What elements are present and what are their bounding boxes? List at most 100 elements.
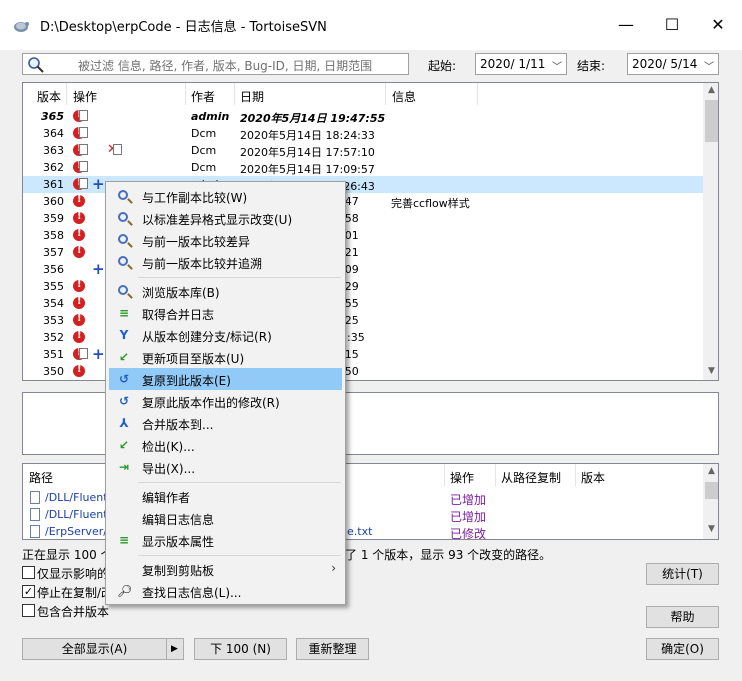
ok-button[interactable]: 确定(O) (646, 638, 719, 660)
date: 2020年5月14日 19:47:55 (240, 112, 386, 125)
column-header-action[interactable]: 操作 (450, 469, 474, 486)
column-header-version[interactable]: 版本 (581, 469, 605, 486)
checkbox-checked[interactable]: ✓ (22, 585, 35, 598)
author: Dcm (191, 144, 217, 157)
column-header-actions[interactable]: 操作 (73, 88, 97, 105)
column-divider[interactable] (66, 83, 67, 105)
checkbox[interactable] (22, 566, 35, 579)
warning-icon (73, 245, 85, 258)
refresh-button[interactable]: 重新整理 (296, 638, 369, 660)
column-divider[interactable] (444, 464, 445, 486)
magnifier-icon (117, 255, 131, 269)
checkbox-label: 仅显示影响的 (37, 567, 110, 581)
column-header-author[interactable]: 作者 (191, 88, 215, 105)
menu-item-create-branch[interactable]: Y 从版本创建分支/标记(R) (109, 324, 342, 346)
column-header-copy-from[interactable]: 从路径复制 (501, 469, 561, 486)
menu-item-compare-wc[interactable]: 与工作副本比较(W) (109, 185, 342, 207)
warning-icon (73, 228, 85, 241)
revision-number: 356 (43, 263, 64, 276)
checkbox-label: 停止在复制/改 (37, 586, 114, 600)
from-date-value: 2020/ 1/11 (480, 57, 546, 71)
help-button[interactable]: 帮助 (646, 606, 719, 628)
scroll-thumb[interactable] (705, 482, 718, 499)
minimize-button[interactable]: — (603, 0, 649, 50)
show-all-button[interactable]: 全部显示(A) ▶ (22, 638, 184, 660)
action: 已增加 (450, 510, 487, 524)
next-100-button[interactable]: 下 100 (N) (194, 638, 287, 660)
document-icon (79, 127, 88, 138)
revision-number: 364 (43, 127, 64, 140)
column-divider[interactable] (385, 83, 386, 105)
menu-item-find-log[interactable]: 🔎︎ 查找日志信息(L)... (109, 580, 342, 602)
menu-item-revert-changes[interactable]: ↺ 复原此版本作出的修改(R) (109, 390, 342, 412)
merge-log-icon: ≡ (118, 306, 130, 320)
add-icon: + (92, 345, 105, 363)
table-row[interactable]: 362 Dcm 2020年5月14日 17:09:57 (23, 159, 703, 176)
from-date-picker[interactable]: 2020/ 1/11 ﹀ (475, 53, 567, 75)
warning-icon (73, 296, 85, 309)
scroll-down-icon[interactable]: ▼ (703, 524, 718, 534)
action: 已增加 (450, 493, 487, 507)
menu-item-merge-log[interactable]: ≡ 取得合并日志 (109, 302, 342, 324)
scroll-thumb[interactable] (705, 100, 718, 142)
column-divider[interactable] (234, 83, 235, 105)
checkbox[interactable] (22, 604, 35, 617)
menu-separator (138, 555, 341, 556)
file-icon (30, 491, 40, 504)
chevron-down-icon[interactable]: ﹀ (552, 58, 562, 73)
dropdown-arrow-icon[interactable]: ▶ (171, 639, 178, 659)
menu-item-unified-diff[interactable]: 以标准差异格式显示改变(U) (109, 207, 342, 229)
status-text-tail: 了 1 个版本，显示 93 个改变的路径。 (345, 548, 552, 562)
chevron-down-icon[interactable]: ﹀ (704, 58, 714, 73)
scroll-down-icon[interactable]: ▼ (703, 366, 718, 376)
column-divider[interactable] (575, 464, 576, 486)
filter-placeholder: 被过滤 信息, 路径, 作者, 版本, Bug-ID, 日期, 日期范围 (78, 59, 373, 73)
menu-item-compare-previous[interactable]: 与前一版本比较差异 (109, 229, 342, 251)
paths-scrollbar[interactable]: ▲ ▼ (703, 464, 718, 539)
column-header-date[interactable]: 日期 (240, 88, 264, 105)
menu-item-copy-to-clipboard[interactable]: 复制到剪贴板 › (109, 558, 342, 580)
search-icon[interactable] (27, 56, 45, 74)
author: Dcm (191, 127, 217, 140)
action: 已修改 (450, 527, 487, 540)
menu-item-show-properties[interactable]: ≡ 显示版本属性 (109, 529, 342, 551)
column-header-message[interactable]: 信息 (392, 88, 416, 105)
revision-number: 361 (43, 178, 64, 191)
table-row[interactable]: 364 Dcm 2020年5月14日 18:24:33 (23, 125, 703, 142)
checkout-icon: ↙ (118, 438, 130, 452)
menu-item-revert-to-revision[interactable]: ↺ 复原到此版本(E) (109, 368, 342, 390)
column-divider[interactable] (477, 83, 478, 105)
warning-icon (73, 313, 85, 326)
menu-item-edit-author[interactable]: 编辑作者 (109, 485, 342, 507)
to-date-picker[interactable]: 2020/ 5/14 ﹀ (627, 53, 719, 75)
close-button[interactable]: ✕ (695, 0, 741, 50)
magnifier-icon (117, 189, 131, 203)
merge-icon: ⅄ (119, 416, 129, 430)
table-row[interactable]: 365 admin 2020年5月14日 19:47:55 (23, 108, 703, 125)
warning-icon (73, 330, 85, 343)
menu-item-export[interactable]: ⇥ 导出(X)... (109, 456, 342, 478)
column-header-path[interactable]: 路径 (29, 469, 53, 486)
menu-item-update-to-revision[interactable]: ↙ 更新项目至版本(U) (109, 346, 342, 368)
filter-input[interactable]: 被过滤 信息, 路径, 作者, 版本, Bug-ID, 日期, 日期范围 (22, 53, 409, 75)
menu-item-merge-revision[interactable]: ⅄ 合并版本到... (109, 412, 342, 434)
column-header-revision[interactable]: 版本 (37, 88, 61, 105)
scroll-up-icon[interactable]: ▲ (703, 466, 718, 476)
add-icon: + (92, 260, 105, 278)
menu-item-blame-previous[interactable]: 与前一版本比较并追溯 (109, 251, 342, 273)
column-divider[interactable] (495, 464, 496, 486)
menu-item-edit-log-message[interactable]: 编辑日志信息 (109, 507, 342, 529)
menu-item-checkout[interactable]: ↙ 检出(K)... (109, 434, 342, 456)
warning-icon (73, 364, 85, 377)
revision-number: 358 (43, 229, 64, 242)
scroll-up-icon[interactable]: ▲ (703, 85, 718, 95)
column-divider[interactable] (185, 83, 186, 105)
statistics-button[interactable]: 统计(T) (646, 563, 719, 585)
warning-icon (73, 211, 85, 224)
revision-scrollbar[interactable]: ▲ ▼ (703, 83, 718, 380)
revision-number: 355 (43, 280, 64, 293)
menu-item-repo-browser[interactable]: 浏览版本库(B) (109, 280, 342, 302)
table-row[interactable]: 363 ✕ Dcm 2020年5月14日 17:57:10 (23, 142, 703, 159)
maximize-button[interactable]: ☐ (649, 0, 695, 50)
file-icon (30, 508, 40, 521)
